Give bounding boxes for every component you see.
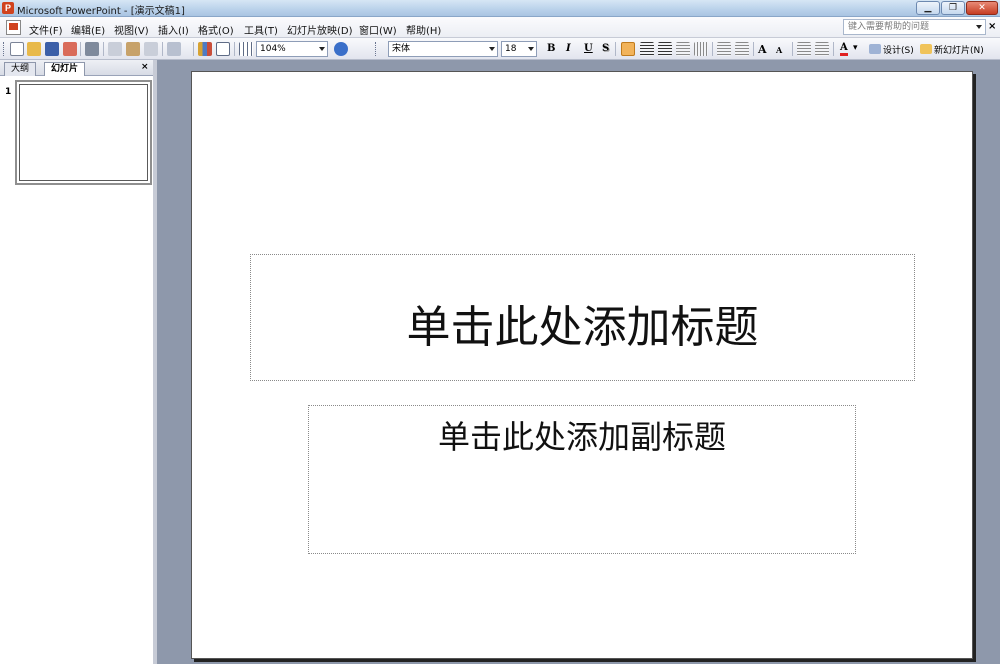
font-color-button[interactable]: A xyxy=(840,43,848,56)
tab-slides[interactable]: 幻灯片 xyxy=(44,62,86,76)
toolbar-separator xyxy=(234,42,235,56)
help-search-input[interactable]: 键入需要帮助的问题 xyxy=(843,19,986,35)
toolbar-separator xyxy=(193,42,194,56)
font-color-dropdown[interactable]: ▾ xyxy=(853,43,858,53)
pane-tabs: 大纲 幻灯片 × xyxy=(0,60,153,76)
menu-insert[interactable]: 插入(I) xyxy=(158,22,189,37)
toolbar-separator xyxy=(80,42,81,56)
permission-icon[interactable] xyxy=(63,42,77,56)
close-pane-button[interactable]: × xyxy=(141,62,149,72)
toolbar-separator xyxy=(615,42,616,56)
menu-window[interactable]: 窗口(W) xyxy=(359,22,397,37)
font-size-select[interactable]: 18 xyxy=(501,41,537,57)
align-right-icon[interactable] xyxy=(658,42,672,56)
chevron-down-icon[interactable] xyxy=(489,47,495,51)
toolbar-separator xyxy=(833,42,834,56)
bullets-icon[interactable] xyxy=(735,42,749,56)
distribute-icon[interactable] xyxy=(694,42,708,56)
slide-number: 1 xyxy=(5,87,12,97)
document-icon[interactable] xyxy=(6,20,21,35)
print-icon[interactable] xyxy=(85,42,99,56)
undo-icon[interactable] xyxy=(167,42,181,56)
close-icon: ✕ xyxy=(978,3,986,13)
menu-help[interactable]: 帮助(H) xyxy=(406,22,441,37)
chevron-down-icon[interactable] xyxy=(319,47,325,51)
menu-edit[interactable]: 编辑(E) xyxy=(71,22,105,37)
subtitle-placeholder-text: 单击此处添加副标题 xyxy=(437,418,726,456)
toolbar-grip[interactable] xyxy=(375,42,378,56)
menu-bar: 文件(F) 编辑(E) 视图(V) 插入(I) 格式(O) 工具(T) 幻灯片放… xyxy=(0,17,1000,38)
zoom-select[interactable]: 104% xyxy=(256,41,328,57)
format-painter-icon[interactable] xyxy=(144,42,158,56)
new-slide-icon xyxy=(920,44,932,54)
shadow-button[interactable]: S xyxy=(602,43,609,54)
slides-outline-pane: 大纲 幻灯片 × 1 xyxy=(0,60,157,664)
bold-button[interactable]: B xyxy=(547,43,555,54)
design-button[interactable]: 设计(S) xyxy=(883,43,914,56)
slide-canvas[interactable]: 单击此处添加标题 单击此处添加副标题 xyxy=(191,71,973,659)
insert-chart-icon[interactable] xyxy=(198,42,212,56)
menu-format[interactable]: 格式(O) xyxy=(198,22,234,37)
toolbar-separator xyxy=(103,42,104,56)
font-name-value: 宋体 xyxy=(392,44,411,54)
title-placeholder[interactable]: 单击此处添加标题 xyxy=(250,254,915,381)
menu-tools[interactable]: 工具(T) xyxy=(244,22,278,37)
help-search-placeholder: 键入需要帮助的问题 xyxy=(848,22,930,32)
show-grid-icon[interactable] xyxy=(239,42,253,56)
menu-slideshow[interactable]: 幻灯片放映(D) xyxy=(287,22,353,37)
chevron-down-icon[interactable] xyxy=(528,47,534,51)
underline-button[interactable]: U xyxy=(584,43,593,54)
slide-workspace: 单击此处添加标题 单击此处添加副标题 xyxy=(161,60,1000,664)
toolbar-separator xyxy=(712,42,713,56)
insert-table-icon[interactable] xyxy=(216,42,230,56)
powerpoint-app-icon[interactable]: P xyxy=(2,2,14,14)
window-title: Microsoft PowerPoint - [演示文稿1] xyxy=(17,6,185,17)
zoom-value: 104% xyxy=(260,44,286,54)
paste-icon[interactable] xyxy=(126,42,140,56)
minimize-icon: ▁ xyxy=(924,3,932,13)
restore-icon: ❐ xyxy=(948,3,958,13)
help-icon[interactable] xyxy=(334,42,348,56)
subtitle-placeholder[interactable]: 单击此处添加副标题 xyxy=(308,405,856,554)
minimize-button[interactable]: ▁ xyxy=(916,1,940,15)
menu-file[interactable]: 文件(F) xyxy=(29,22,63,37)
new-slide-button[interactable]: 新幻灯片(N) xyxy=(934,43,984,56)
increase-font-button[interactable]: A xyxy=(758,43,767,56)
menu-view[interactable]: 视图(V) xyxy=(114,22,149,37)
chevron-down-icon[interactable] xyxy=(976,25,982,29)
increase-indent-icon[interactable] xyxy=(815,42,829,56)
decrease-font-button[interactable]: A xyxy=(776,45,782,55)
font-name-select[interactable]: 宋体 xyxy=(388,41,498,57)
open-folder-icon[interactable] xyxy=(27,42,41,56)
design-icon xyxy=(869,44,881,54)
decrease-indent-icon[interactable] xyxy=(797,42,811,56)
toolbar-separator xyxy=(753,42,754,56)
standard-formatting-toolbar: 104% 宋体 18 B I U S A A A ▾ 设计(S) 新幻灯片(N) xyxy=(0,38,1000,60)
maximize-button[interactable]: ❐ xyxy=(941,1,965,15)
new-file-icon[interactable] xyxy=(10,42,24,56)
toolbar-separator xyxy=(792,42,793,56)
save-icon[interactable] xyxy=(45,42,59,56)
title-placeholder-text: 单击此处添加标题 xyxy=(406,302,759,353)
numbering-icon[interactable] xyxy=(717,42,731,56)
title-bar: P Microsoft PowerPoint - [演示文稿1] ▁ ❐ ✕ xyxy=(0,0,1000,17)
close-window-button[interactable]: ✕ xyxy=(966,1,998,15)
copy-icon[interactable] xyxy=(108,42,122,56)
align-left-icon[interactable] xyxy=(621,42,635,56)
justify-icon[interactable] xyxy=(676,42,690,56)
align-center-icon[interactable] xyxy=(640,42,654,56)
toolbar-separator xyxy=(162,42,163,56)
close-document-button[interactable]: × xyxy=(988,21,996,32)
font-size-value: 18 xyxy=(505,44,517,54)
tab-outline[interactable]: 大纲 xyxy=(4,62,37,76)
toolbar-grip[interactable] xyxy=(3,42,6,56)
italic-button[interactable]: I xyxy=(566,43,571,54)
slide-thumbnail[interactable] xyxy=(15,80,152,185)
